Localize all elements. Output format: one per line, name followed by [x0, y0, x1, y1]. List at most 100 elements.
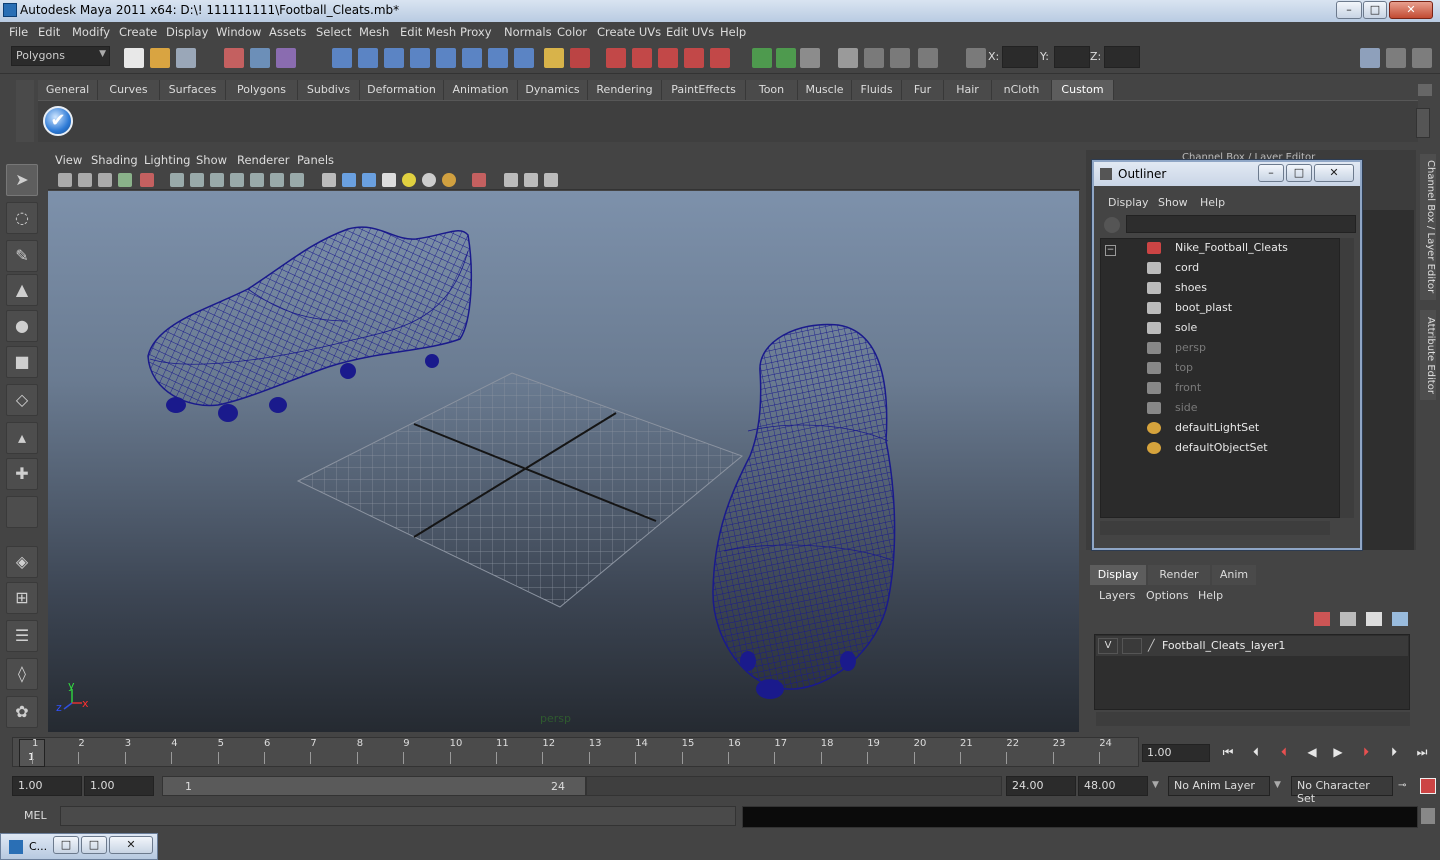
- mini-restore-button[interactable]: □: [53, 836, 79, 854]
- soft-modification-icon[interactable]: ▴: [6, 422, 38, 454]
- shadows-icon[interactable]: [442, 173, 456, 187]
- shelf-tab-general[interactable]: General: [38, 80, 98, 100]
- grid-toggle-icon[interactable]: [170, 173, 184, 187]
- current-time-field[interactable]: 1.00: [1142, 744, 1210, 762]
- range-slider-track[interactable]: [586, 776, 1002, 796]
- menu-assets[interactable]: Assets: [269, 25, 306, 39]
- new-layer-icon[interactable]: [1366, 612, 1382, 626]
- single-perspective-layout-icon[interactable]: ◈: [6, 546, 38, 578]
- save-scene-icon[interactable]: [176, 48, 196, 68]
- outliner-item-persp[interactable]: persp: [1147, 341, 1206, 359]
- outliner-item-side[interactable]: side: [1147, 401, 1198, 419]
- snap-point-icon[interactable]: [384, 48, 404, 68]
- menu-edit-mesh[interactable]: Edit Mesh: [400, 25, 456, 39]
- render-region-icon[interactable]: [710, 48, 730, 68]
- select-hierarchy-icon[interactable]: [224, 48, 244, 68]
- gate-mask-icon[interactable]: [230, 173, 244, 187]
- outliner-item-nike-football-cleats[interactable]: Nike_Football_Cleats: [1147, 241, 1288, 259]
- menu-normals[interactable]: Normals: [504, 25, 552, 39]
- hypershade-layout-icon[interactable]: ✿: [6, 696, 38, 728]
- select-highlight-icon[interactable]: [570, 48, 590, 68]
- step-forward-frame-icon[interactable]: ⏵: [1384, 745, 1404, 763]
- viewport-menu-renderer[interactable]: Renderer: [237, 153, 290, 167]
- outliner-vertical-scrollbar[interactable]: [1340, 238, 1354, 518]
- shelf-tab-dynamics[interactable]: Dynamics: [518, 80, 588, 100]
- z-field[interactable]: [1104, 46, 1140, 68]
- menu-proxy[interactable]: Proxy: [460, 25, 492, 39]
- history-toggle-icon[interactable]: [684, 48, 704, 68]
- safe-title-icon[interactable]: [290, 173, 304, 187]
- snap-plane-icon[interactable]: [410, 48, 430, 68]
- menu-file[interactable]: File: [9, 25, 28, 39]
- move-layer-up-icon[interactable]: [1314, 612, 1330, 626]
- last-tool-icon[interactable]: [6, 496, 38, 528]
- outliner-item-cord[interactable]: cord: [1147, 261, 1199, 279]
- outliner-item-default-object-set[interactable]: defaultObjectSet: [1147, 441, 1268, 459]
- outliner-minimize-button[interactable]: –: [1258, 164, 1284, 182]
- animation-end-field[interactable]: 48.00: [1078, 776, 1148, 796]
- shelf-tab-toon[interactable]: Toon: [746, 80, 798, 100]
- close-button[interactable]: ✕: [1389, 1, 1433, 19]
- minimize-button[interactable]: –: [1336, 1, 1362, 19]
- play-backwards-icon[interactable]: ◀: [1302, 745, 1322, 763]
- construction-history-icon[interactable]: [606, 48, 626, 68]
- step-back-frame-icon[interactable]: ⏴: [1246, 745, 1266, 763]
- xray-joints-icon[interactable]: [524, 173, 538, 187]
- new-layer-from-selection-icon[interactable]: [1392, 612, 1408, 626]
- menu-display[interactable]: Display: [166, 25, 208, 39]
- y-field[interactable]: [1054, 46, 1090, 68]
- channel-box-toggle-icon[interactable]: [1360, 48, 1380, 68]
- rotate-tool-icon[interactable]: ●: [6, 310, 38, 342]
- help-icon[interactable]: [514, 48, 534, 68]
- outliner-menu-show[interactable]: Show: [1158, 196, 1188, 209]
- snap-edge-icon[interactable]: [488, 48, 508, 68]
- viewport-menu-panels[interactable]: Panels: [297, 153, 334, 167]
- outliner-filter-field[interactable]: [1126, 215, 1356, 233]
- default-lighting-icon[interactable]: [402, 173, 416, 187]
- wireframe-icon[interactable]: [322, 173, 336, 187]
- viewport-menu-show[interactable]: Show: [196, 153, 227, 167]
- input-field-mode-icon[interactable]: [890, 48, 910, 68]
- outliner-close-button[interactable]: ✕: [1314, 164, 1354, 182]
- safe-action-icon[interactable]: [270, 173, 284, 187]
- viewport-menu-shading[interactable]: Shading: [91, 153, 138, 167]
- range-slider-bar[interactable]: 1 24: [162, 776, 586, 796]
- outliner-item-front[interactable]: front: [1147, 381, 1201, 399]
- film-gate-icon[interactable]: [190, 173, 204, 187]
- transform-mode-icon[interactable]: [918, 48, 938, 68]
- outliner-item-default-light-set[interactable]: defaultLightSet: [1147, 421, 1259, 439]
- layer-visibility-toggle[interactable]: V: [1098, 638, 1118, 654]
- new-scene-icon[interactable]: [124, 48, 144, 68]
- layer-playback-toggle[interactable]: [1122, 638, 1142, 654]
- two-d-pan-zoom-icon[interactable]: [140, 173, 154, 187]
- shelf-tab-animation[interactable]: Animation: [444, 80, 518, 100]
- shelf-tab-hair[interactable]: Hair: [944, 80, 992, 100]
- anim-layer-dropdown[interactable]: No Anim Layer: [1168, 776, 1270, 796]
- render-view-icon[interactable]: [752, 48, 772, 68]
- snap-vertex-icon[interactable]: [462, 48, 482, 68]
- shelf-tab-fluids[interactable]: Fluids: [852, 80, 902, 100]
- show-manipulator-icon[interactable]: ✚: [6, 458, 38, 490]
- menu-edit-uvs[interactable]: Edit UVs: [666, 25, 714, 39]
- graph-editor-layout-icon[interactable]: ◊: [6, 658, 38, 690]
- shelf-tab-muscle[interactable]: Muscle: [798, 80, 852, 100]
- script-editor-icon[interactable]: [1421, 808, 1435, 824]
- shelf-tab-rendering[interactable]: Rendering: [588, 80, 662, 100]
- go-to-start-icon[interactable]: ⏮: [1218, 745, 1238, 763]
- menu-create[interactable]: Create: [119, 25, 157, 39]
- high-quality-icon[interactable]: [544, 173, 558, 187]
- character-set-chevron-down-icon[interactable]: ▼: [1274, 780, 1281, 790]
- shelf-scroll-buttons[interactable]: [1416, 108, 1430, 138]
- tab-attribute-editor[interactable]: Attribute Editor: [1420, 310, 1436, 400]
- wireframe-on-shaded-icon[interactable]: [362, 173, 376, 187]
- command-language-label[interactable]: MEL: [24, 809, 47, 822]
- bookmarks-icon[interactable]: [98, 173, 112, 187]
- outliner-item-top[interactable]: top: [1147, 361, 1193, 379]
- layer-scrollbar[interactable]: [1096, 712, 1410, 726]
- textured-icon[interactable]: [382, 173, 396, 187]
- render-settings-icon[interactable]: [838, 48, 858, 68]
- layer-row[interactable]: V ╱ Football_Cleats_layer1: [1096, 636, 1408, 656]
- auto-key-icon[interactable]: [1420, 778, 1436, 794]
- layer-menu-help[interactable]: Help: [1198, 589, 1223, 602]
- perspective-viewport[interactable]: y x z: [48, 191, 1079, 732]
